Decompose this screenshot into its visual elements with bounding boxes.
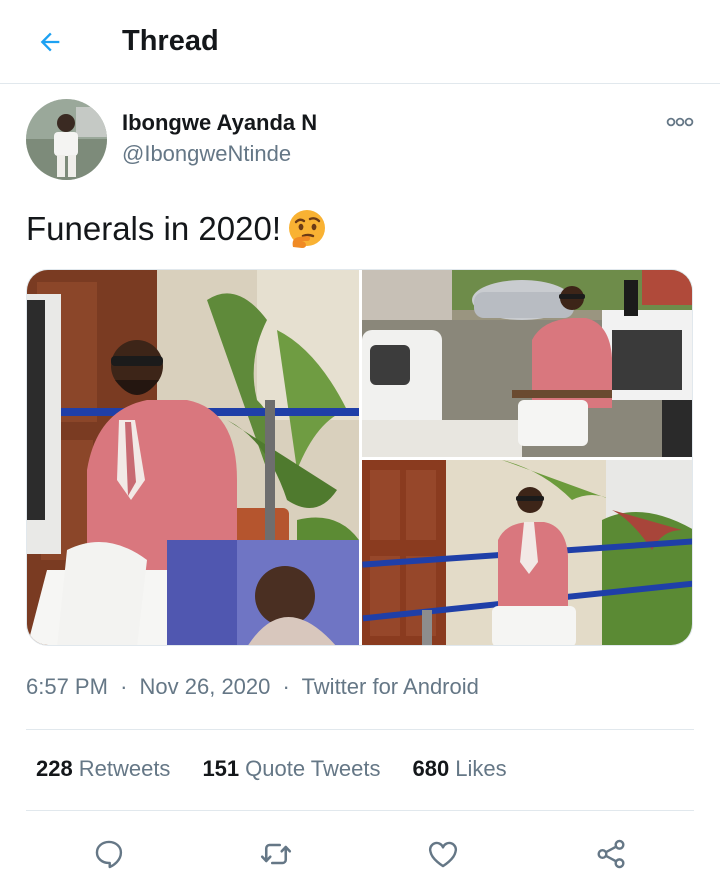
quote-tweets-label: Quote Tweets [245,756,381,781]
meta-separator: · [282,674,290,699]
divider [26,729,694,730]
tweet-time: 6:57 PM [26,674,108,699]
likes-label: Likes [455,756,507,781]
back-button[interactable] [30,22,70,62]
more-options-icon [666,117,694,127]
photo-1[interactable] [27,270,359,645]
thinking-face-emoji [285,207,329,251]
meta-separator: · [120,674,128,699]
reply-icon [95,840,123,869]
photo-2[interactable] [362,270,692,457]
retweets-label: Retweets [78,756,171,781]
likes-count: 680 [412,756,450,781]
photo-3[interactable] [362,460,692,645]
author-name[interactable]: Ibongwe Ayanda N [122,110,317,136]
tweet-date: Nov 26, 2020 [139,674,271,699]
action-bar [0,826,720,880]
tweet-meta: 6:57 PM · Nov 26, 2020 · Twitter for And… [26,672,479,702]
tweet-stats: 228 Retweets 151 Quote Tweets 680 Likes [36,754,539,784]
tweet-text: Funerals in 2020! [26,206,329,252]
reply-button[interactable] [87,832,131,876]
retweets-stat[interactable]: 228 Retweets [36,754,170,784]
like-button[interactable] [421,832,465,876]
share-button[interactable] [589,832,633,876]
back-arrow-icon [40,32,60,52]
page-title: Thread [122,25,219,57]
tweet-text-content: Funerals in 2020! [26,210,281,247]
quote-tweets-stat[interactable]: 151 Quote Tweets [202,754,380,784]
tweet-source[interactable]: Twitter for Android [302,674,479,699]
avatar[interactable] [26,99,107,180]
retweet-button[interactable] [254,832,298,876]
retweet-icon [260,843,292,865]
retweets-count: 228 [36,756,73,781]
more-options-button[interactable] [660,110,700,134]
quote-tweets-count: 151 [202,756,240,781]
author-handle[interactable]: @IbongweNtinde [122,141,291,167]
likes-stat[interactable]: 680 Likes [413,754,507,784]
top-bar: Thread [0,0,720,84]
media-grid [26,269,693,646]
divider [26,810,694,811]
share-icon [597,839,625,869]
like-icon [428,841,458,868]
